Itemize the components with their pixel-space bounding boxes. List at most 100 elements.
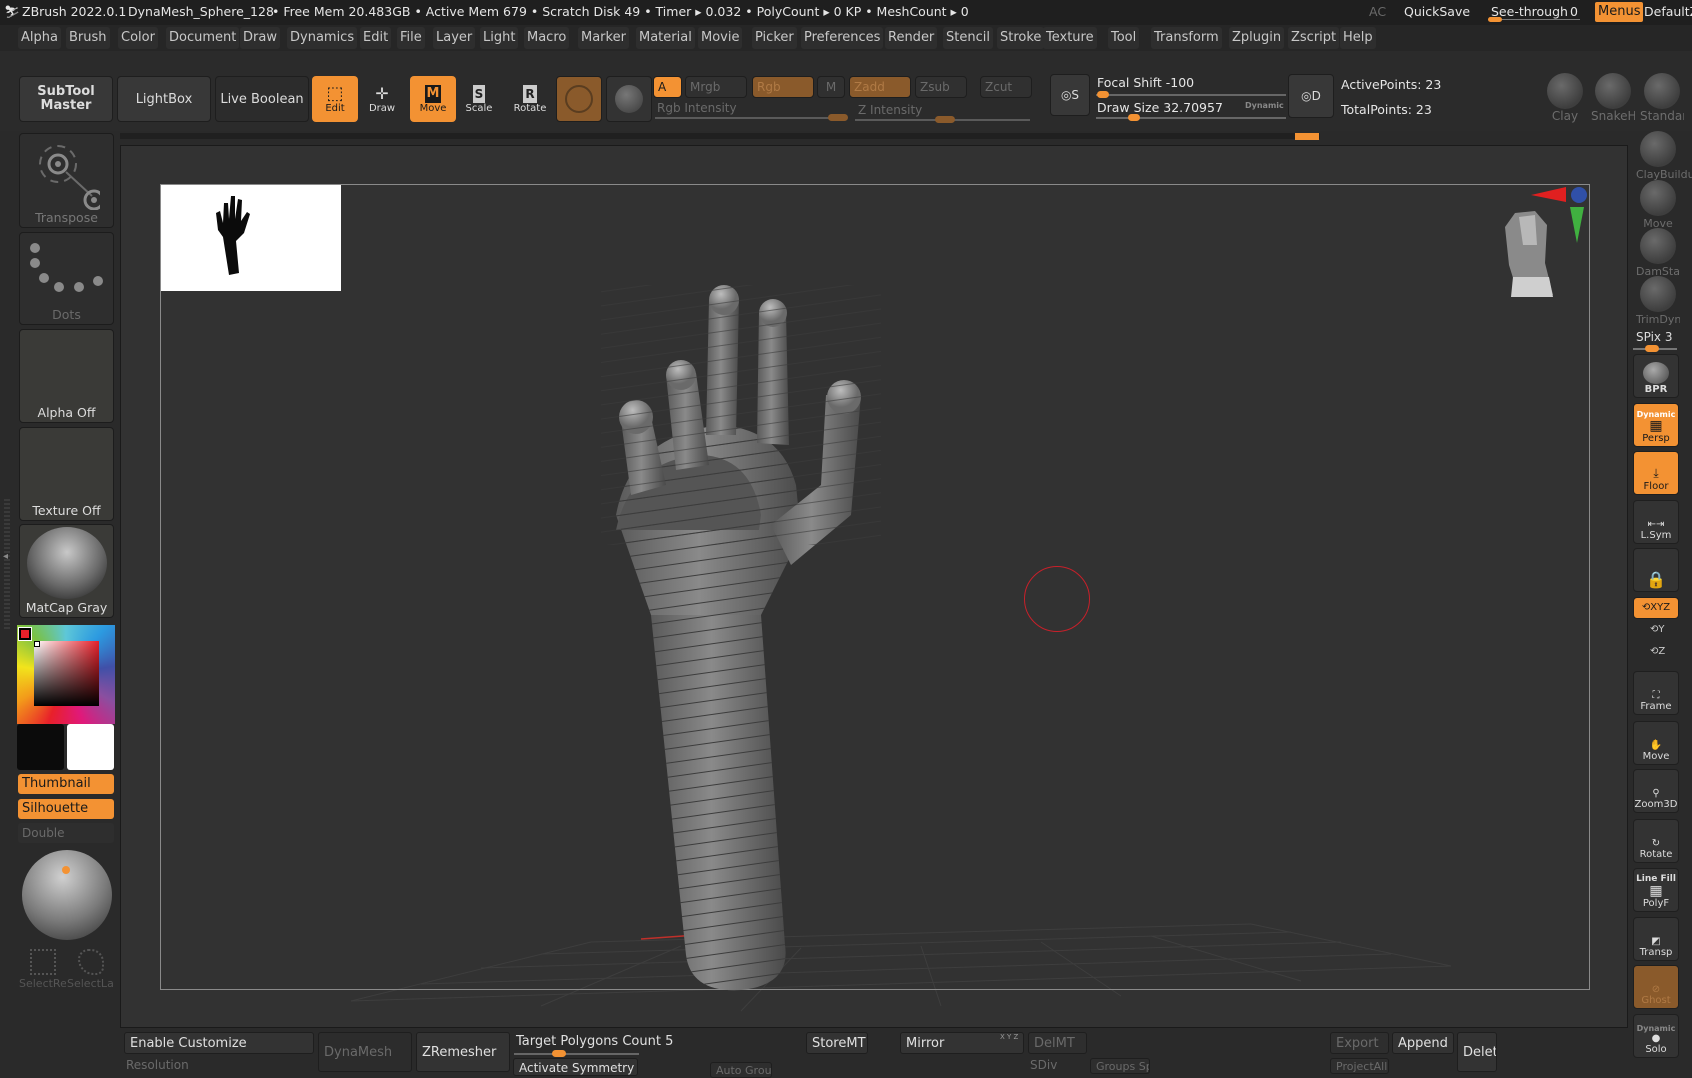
menu-picker[interactable]: Picker: [752, 27, 797, 49]
color-picker[interactable]: [17, 625, 115, 724]
menu-light[interactable]: Light: [480, 27, 519, 49]
live-boolean-button[interactable]: Live Boolean: [215, 76, 309, 122]
draw-size-knob[interactable]: [1128, 114, 1140, 121]
brush-claybuildup[interactable]: ClayBuildup: [1636, 131, 1692, 181]
focal-shift-brush-button[interactable]: ◎S: [1050, 74, 1090, 116]
target-polygons-knob[interactable]: [552, 1050, 566, 1057]
left-tray-handle[interactable]: [4, 499, 10, 629]
a-mode-button[interactable]: A: [653, 76, 682, 98]
zsub-button[interactable]: Zsub: [915, 76, 967, 98]
resolution-label[interactable]: Resolution: [126, 1058, 189, 1072]
menu-texture[interactable]: Texture: [1043, 27, 1097, 49]
rotate-xyz-button[interactable]: ⟲XYZ: [1633, 597, 1679, 619]
floor-button[interactable]: ⤓ Floor: [1633, 451, 1679, 495]
move-button[interactable]: M Move: [410, 76, 456, 122]
spix-knob[interactable]: [1645, 345, 1659, 352]
polyframe-button[interactable]: Line Fill ▦ PolyF: [1633, 868, 1679, 912]
scale-button[interactable]: S Scale: [456, 76, 502, 122]
menu-brush[interactable]: Brush: [66, 27, 110, 49]
zcut-button[interactable]: Zcut: [980, 76, 1032, 98]
material-button[interactable]: MatCap Gray: [19, 524, 114, 618]
color-saturation-square[interactable]: [34, 641, 99, 706]
rotate-z-button[interactable]: ⟲Z: [1650, 646, 1665, 657]
menu-document[interactable]: Document: [166, 27, 240, 49]
menu-file[interactable]: File: [397, 27, 425, 49]
brush-trimdynamic[interactable]: TrimDynamic: [1636, 276, 1680, 326]
menu-render[interactable]: Render: [885, 27, 938, 49]
shelf-scroll-indicator[interactable]: [1295, 133, 1319, 140]
append-button[interactable]: Append: [1392, 1032, 1454, 1054]
z-intensity-knob[interactable]: [935, 116, 955, 123]
export-button[interactable]: Export: [1330, 1032, 1389, 1054]
select-rect-button[interactable]: SelectRect: [19, 945, 66, 995]
subtool-master-button[interactable]: SubTool Master: [19, 76, 113, 122]
brush-snakehook[interactable]: SnakeHook: [1591, 73, 1635, 123]
menu-draw[interactable]: Draw: [240, 27, 280, 49]
rgb-intensity-knob[interactable]: [828, 114, 848, 121]
menu-stencil[interactable]: Stencil: [943, 27, 993, 49]
menu-macro[interactable]: Macro: [524, 27, 570, 49]
delete-button[interactable]: Delete: [1457, 1032, 1497, 1072]
zremesher-button[interactable]: ZRemesher: [416, 1032, 510, 1072]
bpr-button[interactable]: BPR: [1633, 354, 1679, 398]
dynamic-toggle[interactable]: Dynamic: [1245, 101, 1284, 110]
zoom3d-button[interactable]: ⚲ Zoom3D: [1633, 769, 1679, 813]
draw-size-slider[interactable]: [1096, 117, 1286, 119]
focal-shift-knob[interactable]: [1097, 91, 1109, 98]
thumbnail-toggle[interactable]: Thumbnail: [18, 774, 114, 794]
alpha-button[interactable]: Alpha Off: [19, 329, 114, 423]
main-color-black[interactable]: [17, 724, 64, 770]
menu-alpha[interactable]: Alpha: [18, 27, 61, 49]
target-polygons-slider[interactable]: [514, 1053, 639, 1055]
mrgb-button[interactable]: Mrgb: [685, 76, 747, 98]
collapse-arrow-icon[interactable]: ◂: [3, 551, 8, 562]
quicksave-button[interactable]: QuickSave: [1404, 4, 1470, 19]
solo-button[interactable]: Dynamic ● Solo: [1633, 1014, 1679, 1058]
dynamic-brush-button[interactable]: ◎D: [1288, 74, 1334, 118]
menu-stroke[interactable]: Stroke: [997, 27, 1045, 49]
menu-movie[interactable]: Movie: [698, 27, 743, 49]
rotate-view-button[interactable]: ↻ Rotate: [1633, 819, 1679, 863]
zadd-button[interactable]: Zadd: [849, 76, 911, 98]
brush-move[interactable]: Move: [1636, 180, 1680, 230]
default-zscript-button[interactable]: DefaultZScript: [1644, 4, 1692, 19]
lightbox-button[interactable]: LightBox: [117, 76, 211, 122]
secondary-color-white[interactable]: [67, 724, 114, 770]
ac-indicator[interactable]: AC: [1369, 4, 1386, 19]
rgb-intensity-slider[interactable]: [655, 117, 845, 119]
menu-layer[interactable]: Layer: [433, 27, 476, 49]
menu-transform[interactable]: Transform: [1151, 27, 1222, 49]
navigation-gizmo[interactable]: [1491, 185, 1591, 305]
brush-standard[interactable]: Standard: [1640, 73, 1684, 123]
silhouette-toggle[interactable]: Silhouette: [18, 799, 114, 819]
brush-damstandard[interactable]: DamStandard: [1636, 228, 1680, 278]
local-symmetry-button[interactable]: ⇤⇥ L.Sym: [1633, 500, 1679, 544]
menu-marker[interactable]: Marker: [578, 27, 629, 49]
m-button[interactable]: M: [817, 76, 845, 98]
menu-help[interactable]: Help: [1340, 27, 1376, 49]
menu-zplugin[interactable]: Zplugin: [1229, 27, 1285, 49]
menu-dynamics[interactable]: Dynamics: [287, 27, 358, 49]
brush-clay[interactable]: Clay: [1543, 73, 1587, 123]
material-sphere-button[interactable]: [606, 76, 652, 122]
double-toggle[interactable]: Double: [18, 823, 114, 843]
color-cursor[interactable]: [34, 641, 40, 647]
rotate-button[interactable]: R Rotate: [507, 76, 553, 122]
select-lasso-button[interactable]: SelectLasso: [67, 945, 114, 995]
lock-camera-button[interactable]: 🔒: [1633, 548, 1679, 592]
draw-button[interactable]: ✛ Draw: [359, 76, 405, 122]
transpose-button[interactable]: Transpose: [19, 133, 114, 228]
menu-preferences[interactable]: Preferences: [801, 27, 884, 49]
enable-customize-button[interactable]: Enable Customize: [124, 1032, 314, 1054]
light-position-icon[interactable]: [62, 866, 70, 874]
storemt-button[interactable]: StoreMT: [806, 1032, 868, 1054]
ghost-button[interactable]: ⊘ Ghost: [1633, 965, 1679, 1009]
light-sphere[interactable]: [22, 850, 112, 940]
transp-button[interactable]: ◩ Transp: [1633, 917, 1679, 961]
mirror-axes-indicator[interactable]: X Y Z: [1000, 1033, 1018, 1041]
texture-button[interactable]: Texture Off: [19, 427, 114, 521]
auto-groups-button[interactable]: Auto Groups: [710, 1062, 772, 1078]
stroke-dots-button[interactable]: Dots: [19, 232, 114, 325]
persp-button[interactable]: Dynamic ▦ Persp: [1633, 403, 1679, 447]
frame-button[interactable]: ⛶ Frame: [1633, 671, 1679, 715]
